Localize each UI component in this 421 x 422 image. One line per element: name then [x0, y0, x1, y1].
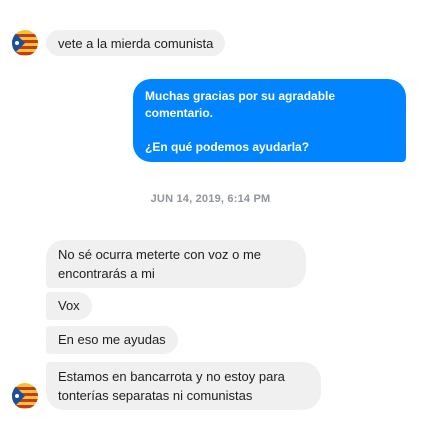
flag-avatar-icon [12, 383, 38, 409]
incoming-message[interactable]: En eso me ayudas [46, 326, 178, 354]
incoming-message[interactable]: No sé ocurra meterte con voz o me encont… [46, 240, 306, 288]
message-text: Vox [58, 298, 80, 313]
sender-avatar[interactable] [12, 30, 38, 56]
reply-thanks-text: Muchas gracias por su agradable comentar… [145, 89, 336, 120]
reply-help-text: ¿En qué podemos ayudarla? [145, 140, 310, 154]
incoming-message[interactable]: Vox [46, 292, 92, 320]
outgoing-message[interactable]: Muchas gracias por su agradable comentar… [133, 79, 406, 162]
flag-avatar-icon [12, 30, 38, 56]
sender-avatar[interactable] [12, 383, 38, 409]
incoming-message[interactable]: vete a la mierda comunista [46, 30, 226, 56]
message-text: vete a la mierda comunista [58, 36, 214, 51]
message-text: Estamos en bancarrota y no estoy para to… [58, 369, 285, 403]
timestamp-divider: JUN 14, 2019, 6:14 PM [150, 193, 271, 205]
message-text: No sé ocurra meterte con voz o me encont… [58, 247, 262, 281]
message-text: En eso me ayudas [58, 332, 166, 347]
incoming-message[interactable]: Estamos en bancarrota y no estoy para to… [46, 362, 321, 410]
